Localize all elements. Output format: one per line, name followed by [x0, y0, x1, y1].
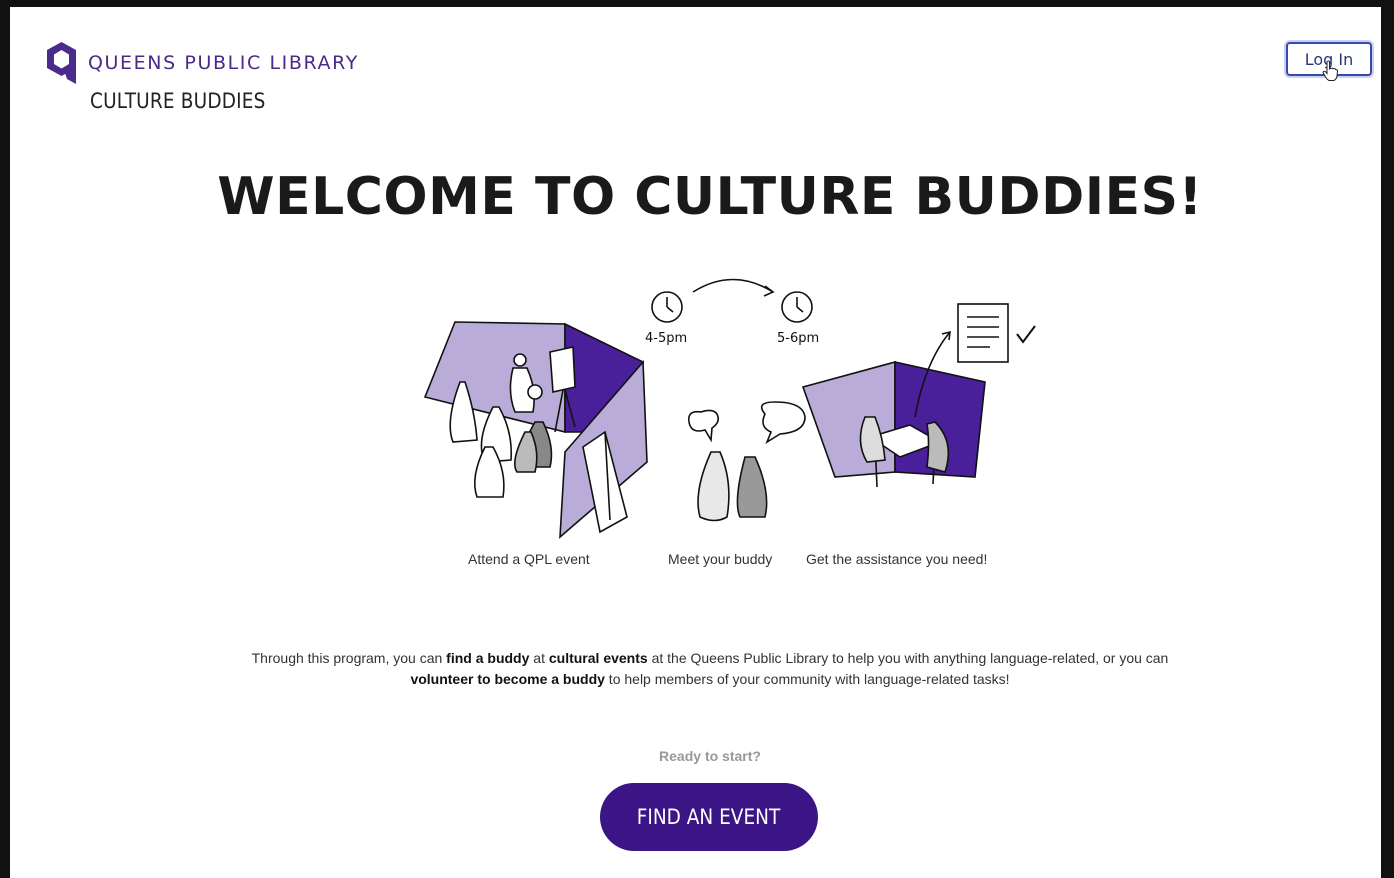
program-name: CULTURE BUDDIES	[90, 89, 266, 113]
brand-name: QUEENS PUBLIC LIBRARY	[88, 52, 359, 74]
hand-cursor-icon	[1322, 60, 1338, 81]
program-description: Through this program, you can find a bud…	[251, 650, 1169, 687]
clock-and-time-scene: 4-5pm 5-6pm	[645, 278, 819, 346]
step-caption-assistance: Get the assistance you need!	[806, 551, 988, 567]
qpl-logo-icon	[47, 42, 76, 84]
program-steps-illustration: 4-5pm 5-6pm	[423, 278, 1036, 539]
event-room-scene	[423, 321, 648, 539]
svg-text:5-6pm: 5-6pm	[777, 331, 819, 346]
assistance-scene	[801, 303, 1036, 488]
window-frame	[0, 0, 1394, 7]
step-caption-meet: Meet your buddy	[668, 551, 773, 567]
brand-header[interactable]: QUEENS PUBLIC LIBRARY CULTURE BUDDIES	[45, 41, 359, 113]
page-title: WELCOME TO CULTURE BUDDIES!	[217, 167, 1203, 227]
meet-buddy-scene	[687, 401, 806, 522]
find-event-button[interactable]: FIND AN EVENT	[600, 783, 818, 851]
culture-buddies-landing-page: QUEENS PUBLIC LIBRARY CULTURE BUDDIES Lo…	[10, 7, 1381, 878]
svg-text:4-5pm: 4-5pm	[645, 331, 687, 346]
ready-prompt: Ready to start?	[659, 748, 761, 764]
step-caption-attend: Attend a QPL event	[468, 551, 590, 567]
